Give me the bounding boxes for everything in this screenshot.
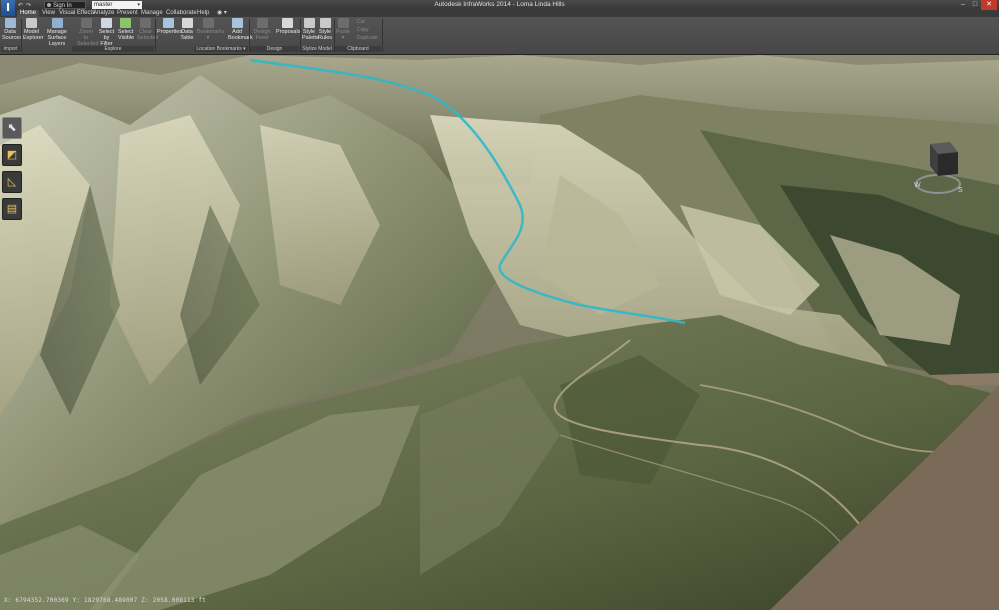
cut-button[interactable]: Cut [357, 19, 365, 25]
coordinate-readout: X: 6794352.700369 Y: 1829768.489007 Z: 2… [4, 597, 207, 604]
data-table-label: Table [180, 35, 194, 41]
clear-selected-button[interactable]: Clear Selected [137, 18, 159, 41]
tab-manage[interactable]: Manage [141, 10, 163, 17]
model-explorer-button[interactable]: Model Explorer [23, 18, 44, 41]
paste-icon [337, 18, 349, 28]
window-controls: – □ ✕ [957, 0, 997, 10]
data-sources-button[interactable]: Data Sources [2, 18, 23, 41]
ribbon-separator [334, 19, 335, 52]
zoom-to-selected-label: Zoom to [78, 29, 94, 41]
properties-button[interactable]: Properties [157, 18, 183, 35]
model-explorer-label: Explorer [23, 35, 44, 41]
add-bookmark-button[interactable]: Add Bookmark [228, 18, 253, 41]
viewcube-right-face[interactable] [938, 152, 958, 176]
layers-icon [51, 18, 63, 28]
database-icon [4, 18, 16, 28]
select-visible-label: Visible [118, 35, 135, 41]
tab-visual-effects[interactable]: Visual Effects [59, 10, 95, 17]
style-rules-label: Rules [318, 35, 333, 41]
rules-icon [319, 18, 331, 28]
tree-icon [26, 18, 37, 28]
style-rules-button[interactable]: Style Rules [318, 18, 332, 41]
table-icon [181, 18, 193, 28]
panel-design: Design [250, 46, 299, 52]
panel-stylize-model: Stylize Model [301, 46, 333, 52]
zoom-to-selected-button[interactable]: Zoom to Selected [77, 18, 98, 47]
add-bookmark-label: Bookmark [228, 35, 253, 41]
tab-collaborate[interactable]: Collaborate [166, 10, 197, 17]
ribbon-separator [300, 19, 301, 52]
ribbon-separator [21, 19, 22, 52]
ruler-icon[interactable]: ◩ [2, 144, 22, 166]
clear-icon [140, 18, 151, 28]
panel-clipboard: Clipboard [335, 46, 381, 52]
ribbon-tabs: Home View Visual Effects Analyze Present… [0, 10, 999, 17]
ribbon-separator [382, 19, 383, 52]
ribbon: Data Sources Model Explorer Manage Surface La… [0, 17, 999, 55]
viewcube-icon[interactable]: W S [908, 140, 970, 202]
bookmark-list-icon [202, 18, 214, 28]
tabs-overflow-icon[interactable]: ◉ ▾ [217, 10, 227, 17]
bookmarks-label: ▾ [206, 35, 210, 41]
panel-import: Import [1, 46, 20, 52]
tab-present[interactable]: Present [117, 10, 138, 17]
paste-button[interactable]: Paste ▾ [336, 18, 350, 41]
style-palette-button[interactable]: Style Palette [302, 18, 320, 41]
model-viewport[interactable]: ⬉ ◩ ◺ ▤ W S [0, 55, 999, 610]
proposals-button[interactable]: Proposals [276, 18, 301, 35]
copy-button[interactable]: Copy [357, 27, 369, 33]
manage-surface-layers-label: Surface Layers [47, 35, 67, 47]
panel-explore: Explore [72, 46, 154, 52]
properties-icon [162, 18, 174, 28]
maximize-button[interactable]: □ [969, 0, 981, 10]
style-palette-label: Palette [302, 35, 320, 41]
select-icon [120, 18, 131, 28]
data-table-button[interactable]: Data Table [180, 18, 194, 41]
select-cursor-icon[interactable]: ⬉ [2, 117, 22, 139]
compass-ring[interactable] [915, 174, 961, 194]
paste-label: ▾ [341, 35, 345, 41]
tab-home[interactable]: Home [17, 10, 40, 17]
clear-selected-label: Selected [137, 35, 159, 41]
select-by-filter-button[interactable]: Select by Filter [97, 18, 116, 47]
filter-icon [101, 18, 112, 28]
tab-analyze[interactable]: Analyze [93, 10, 114, 17]
ribbon-separator [249, 19, 250, 52]
bookmark-icon [231, 18, 243, 28]
panel-location-bookmarks[interactable]: Location Bookmarks ▾ [194, 46, 248, 52]
duplicate-button[interactable]: Duplicate [357, 35, 378, 41]
feed-icon [256, 18, 268, 28]
select-visible-button[interactable]: Select Visible [118, 18, 135, 41]
properties-label: Properties [157, 29, 183, 35]
bookmarks-button[interactable]: Bookmarks ▾ [197, 18, 225, 41]
zoom-icon [80, 18, 92, 28]
proposals-label: Proposals [276, 29, 301, 35]
compass-west-label: W [914, 182, 921, 189]
terrain-render[interactable] [0, 55, 999, 610]
data-sources-label: Sources [2, 35, 23, 41]
minimize-button[interactable]: – [957, 0, 969, 10]
tab-view[interactable]: View [42, 10, 55, 17]
manage-surface-layers-button[interactable]: Manage Surface Layers [42, 18, 72, 47]
title-bar: I ↶ ↷ Sign In master ▾ Autodesk InfraWor… [0, 0, 999, 16]
viewport-toolbar: ⬉ ◩ ◺ ▤ [2, 117, 22, 225]
ribbon-separator [155, 19, 156, 52]
proposals-icon [281, 18, 293, 28]
window-title: Autodesk InfraWorks 2014 - Loma Linda Hi… [434, 1, 565, 8]
design-feed-button[interactable]: Design Feed [250, 18, 274, 41]
calendar-icon[interactable]: ▤ [2, 198, 22, 220]
infraworks-logo-icon[interactable]: I [1, 0, 15, 16]
triangle-ruler-icon[interactable]: ◺ [2, 171, 22, 193]
close-button[interactable]: ✕ [981, 0, 997, 10]
compass-south-label: S [958, 187, 963, 194]
palette-icon [303, 18, 315, 28]
tab-help[interactable]: Help [197, 10, 209, 17]
select-by-filter-label: Select by [98, 29, 115, 41]
design-feed-label: Design Feed [253, 29, 271, 41]
